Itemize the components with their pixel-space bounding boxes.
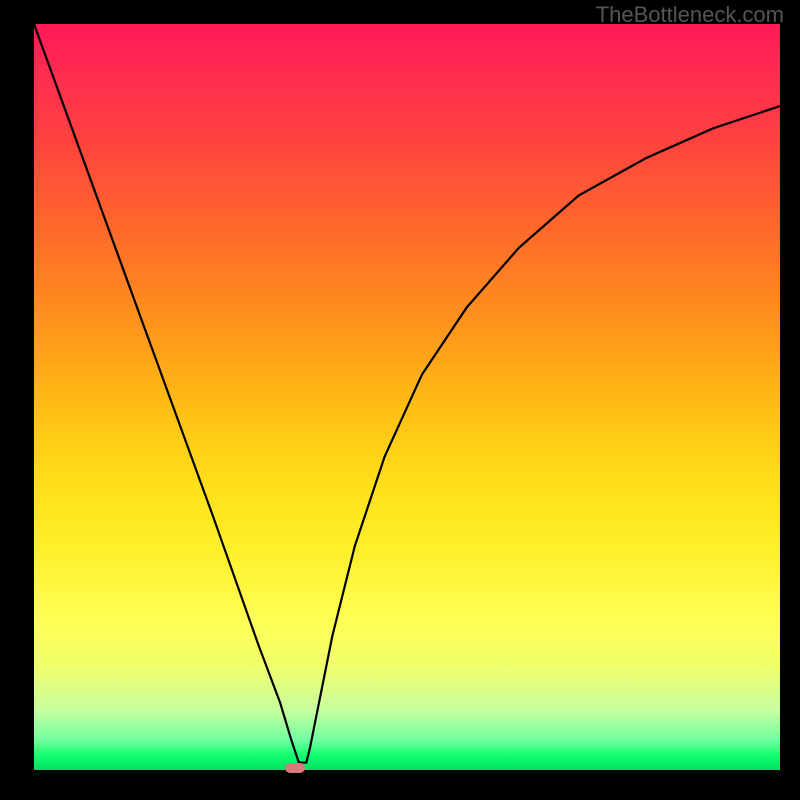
curve-line [34, 24, 780, 770]
watermark: TheBottleneck.com [596, 2, 784, 28]
chart-plot-area [34, 24, 780, 770]
minimum-marker [285, 763, 305, 773]
